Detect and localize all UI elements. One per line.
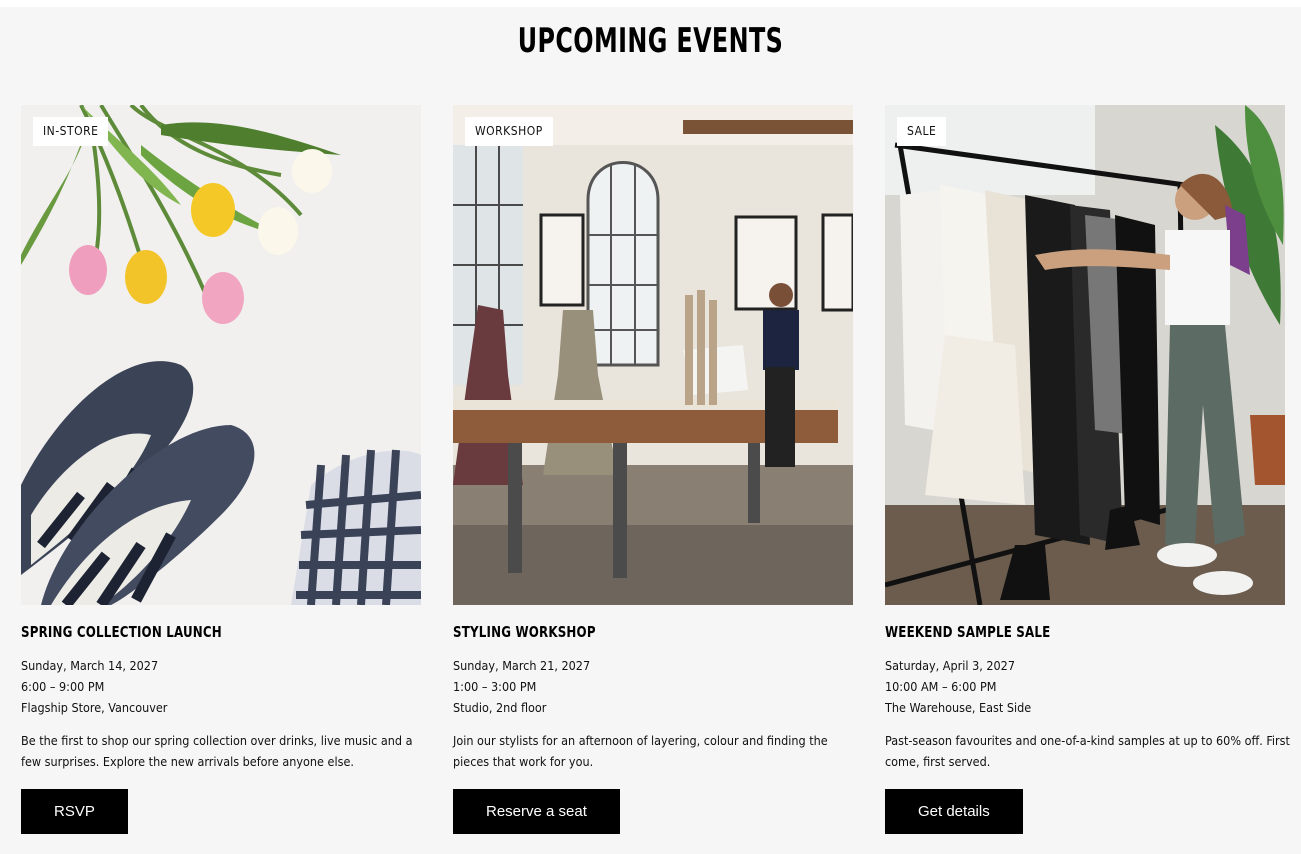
event-title[interactable]: STYLING WORKSHOP [453,623,805,641]
event-badge: WORKSHOP [465,117,553,146]
upcoming-events-section: UPCOMING EVENTS IN-STORE SPRING COLLECTI… [0,7,1301,854]
reserve-seat-button[interactable]: Reserve a seat [453,789,620,834]
event-location: Studio, 2nd floor [453,700,547,715]
rsvp-button[interactable]: RSVP [21,789,128,834]
event-time: 1:00 – 3:00 PM [453,679,537,694]
get-details-button[interactable]: Get details [885,789,1023,834]
event-date: Saturday, April 3, 2027 [885,658,1015,673]
clothing-rack-illustration [885,105,1285,605]
event-meta: Saturday, April 3, 2027 10:00 AM – 6:00 … [885,655,1285,718]
event-title[interactable]: SPRING COLLECTION LAUNCH [21,623,373,641]
event-badge: IN-STORE [33,117,109,146]
event-image-rack[interactable]: SALE [885,105,1285,605]
event-time: 10:00 AM – 6:00 PM [885,679,997,694]
event-location: Flagship Store, Vancouver [21,700,168,715]
tulips-and-shoes-illustration [21,105,421,605]
event-card: SALE WEEKEND SAMPLE SALE Saturday, April… [885,105,1290,834]
event-description: Past-season favourites and one-of-a-kind… [885,733,1290,769]
section-heading: UPCOMING EVENTS [517,21,784,61]
event-image-tulips[interactable]: IN-STORE [21,105,421,605]
event-card: IN-STORE SPRING COLLECTION LAUNCH Sunday… [21,105,421,834]
event-meta: Sunday, March 21, 2027 1:00 – 3:00 PM St… [453,655,853,718]
event-description: Join our stylists for an afternoon of la… [453,733,828,769]
event-time: 6:00 – 9:00 PM [21,679,105,694]
event-description: Be the first to shop our spring collecti… [21,733,413,769]
design-studio-illustration [453,105,853,605]
event-location: The Warehouse, East Side [885,700,1032,715]
event-title[interactable]: WEEKEND SAMPLE SALE [885,623,1237,641]
event-date: Sunday, March 21, 2027 [453,658,591,673]
event-date: Sunday, March 14, 2027 [21,658,159,673]
event-image-studio[interactable]: WORKSHOP [453,105,853,605]
event-card: WORKSHOP STYLING WORKSHOP Sunday, March … [453,105,853,834]
event-badge: SALE [897,117,947,146]
event-meta: Sunday, March 14, 2027 6:00 – 9:00 PM Fl… [21,655,421,718]
